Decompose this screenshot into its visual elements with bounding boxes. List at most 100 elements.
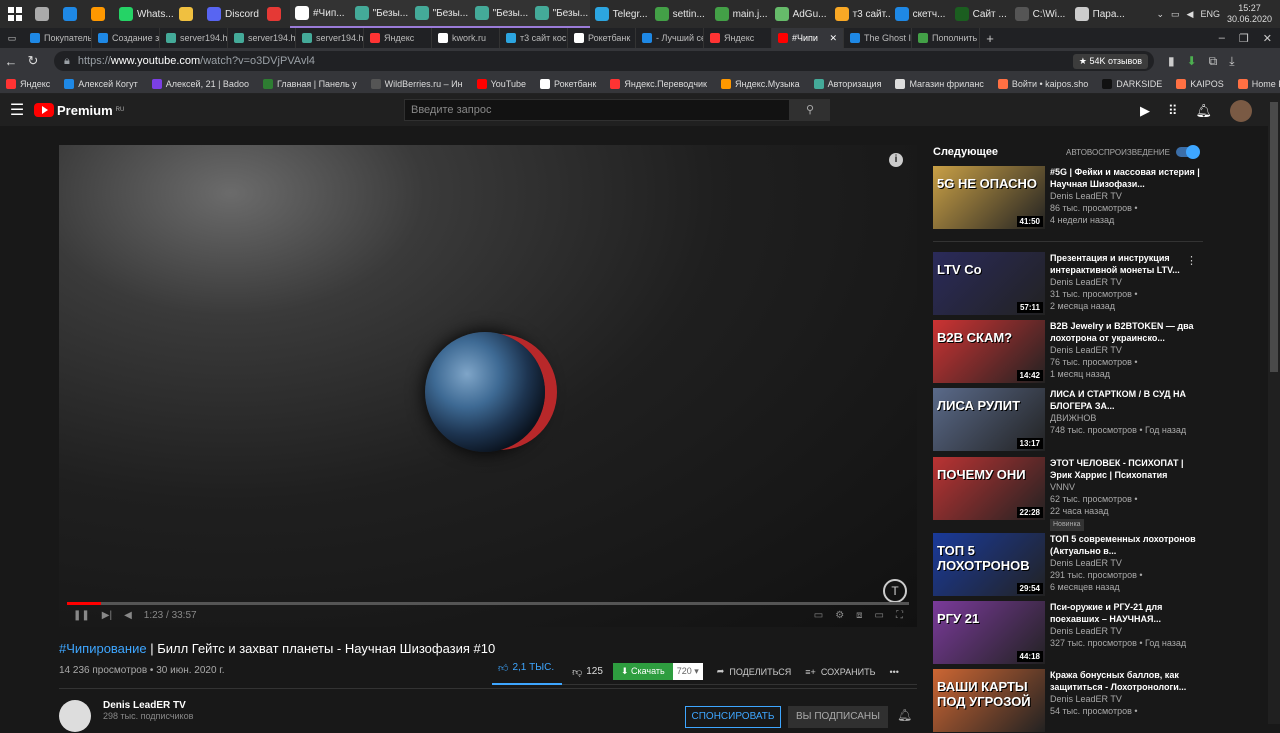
more-actions-icon[interactable]: ••• [890,667,899,677]
browser-tab[interactable]: Яндекс [704,28,772,48]
reload-icon[interactable]: ↻ [22,53,44,69]
recommended-video[interactable]: 5G НЕ ОПАСНО 41:50 #5G | Фейки и массовая … [933,166,1203,230]
hashtag-link[interactable]: #Чипирование [59,641,147,656]
bookmark-item[interactable]: Войти • kaipos.sho [997,78,1088,89]
new-tab-button[interactable]: + [980,31,1000,46]
miniplayer-icon[interactable]: ⧈ [856,610,862,621]
browser-tab[interactable]: Создание за [92,28,160,48]
bookmark-item[interactable]: Магазин фриланс [895,78,984,89]
quality-select[interactable]: 720 ▾ [672,663,703,680]
menu-icon[interactable]: ☰ [0,100,34,120]
video-thumbnail[interactable]: ЛИСА РУЛИТ 13:17 [933,388,1045,451]
channel-avatar[interactable] [59,700,91,732]
channel-watermark[interactable]: T [883,579,907,603]
taskbar-app[interactable]: Сайт ... [950,0,1010,28]
taskbar-app[interactable]: Telegr... [590,0,650,28]
bookmark-item[interactable]: Яндекс.Музыка [721,78,800,89]
volume-icon[interactable]: ◀ [124,610,132,621]
browser-tab[interactable]: The Ghost In [844,28,912,48]
browser-tab[interactable]: Рокетбанк [568,28,636,48]
taskbar-app[interactable]: "Безы... [469,0,530,28]
video-thumbnail[interactable]: ВАШИ КАРТЫ ПОД УГРОЗОЙ [933,669,1045,732]
bookmark-item[interactable]: Яндекс [6,78,50,89]
video-thumbnail[interactable]: ПОЧЕМУ ОНИ 22:28 [933,457,1045,520]
bookmark-item[interactable]: DARKSIDE [1102,78,1162,89]
bookmark-item[interactable]: KAIPOS [1176,78,1224,89]
subtitles-icon[interactable]: ▭ [814,610,823,621]
taskbar-app[interactable]: "Безы... [409,0,470,28]
bookmark-item[interactable]: Home P [1237,78,1280,89]
maximize-icon[interactable]: ❐ [1239,32,1249,45]
video-thumbnail[interactable]: LTV Co 57:11 [933,252,1045,315]
info-icon[interactable]: i [889,153,903,167]
taskbar-app[interactable] [174,0,202,28]
taskbar-app[interactable] [262,0,290,28]
recommended-video[interactable]: B2B СКАМ? 14:42 B2B Jewelry и B2BTOKEN — д… [933,320,1203,384]
theater-icon[interactable]: ▭ [875,610,884,621]
sponsor-button[interactable]: СПОНСИРОВАТЬ [685,706,781,728]
share-button[interactable]: ➦ ПОДЕЛИТЬСЯ [717,666,792,677]
browser-tab[interactable]: kwork.ru [432,28,500,48]
taskbar-app[interactable]: скетч... [890,0,950,28]
browser-tab[interactable]: #Чипи ✕ [772,28,844,48]
autoplay-toggle[interactable] [1176,145,1200,159]
browser-tab[interactable]: - Лучший се [636,28,704,48]
download-button[interactable]: ⬇ Скачать [612,663,673,680]
settings-icon[interactable]: ⚙ [835,610,844,621]
video-thumbnail[interactable]: 5G НЕ ОПАСНО 41:50 [933,166,1045,229]
search-button[interactable]: ⚲ [790,99,830,121]
browser-tab[interactable]: т3 сайт косм [500,28,568,48]
search-input[interactable]: Введите запрос [404,99,790,121]
taskbar-app[interactable]: main.j... [710,0,770,28]
browser-tab[interactable]: server194.hc [160,28,228,48]
youtube-logo[interactable]: Premium RU [34,103,124,118]
taskbar-app[interactable]: AdGu... [770,0,830,28]
subscribed-button[interactable]: ВЫ ПОДПИСАНЫ [788,706,888,728]
taskbar-app[interactable]: т3 сайт... [830,0,890,28]
extensions-icon[interactable]: ⧉ [1209,54,1218,69]
fullscreen-icon[interactable]: ⛶ [896,610,903,621]
browser-tab[interactable]: server194.hc [296,28,364,48]
like-button[interactable]: 👍︎ 2,1 ТЫС. [492,659,563,685]
taskbar-app[interactable]: #Чип... [290,0,350,28]
bookmark-item[interactable]: Яндекс.Переводчик [610,78,707,89]
page-scrollbar[interactable] [1268,94,1280,724]
recommended-video[interactable]: ВАШИ КАРТЫ ПОД УГРОЗОЙ Кража бонусных бал… [933,669,1203,733]
bookmark-item[interactable]: Главная | Панель у [262,78,357,89]
video-player[interactable]: i T ❚❚ ▶| ◀ 1:23 / 33:57 ▭ ⚙ ⧈ ▭ ⛶ [59,145,917,627]
progress-bar[interactable] [67,602,909,605]
download-icon[interactable]: ⬇ [1187,54,1197,69]
save-button[interactable]: ≡+ СОХРАНИТЬ [805,667,875,677]
browser-tab[interactable]: server194.hc [228,28,296,48]
network-icon[interactable]: ▭ [1171,9,1180,20]
browser-tab[interactable]: Покупатель [24,28,92,48]
more-options-icon[interactable]: ⋮ [1186,254,1197,267]
volume-icon[interactable]: ◀ [1187,9,1194,20]
next-icon[interactable]: ▶| [102,610,112,621]
taskbar-app[interactable]: Whats... [114,0,174,28]
clock[interactable]: 15:27 30.06.2020 [1227,3,1272,25]
reviews-badge[interactable]: ★ 54K отзывов [1072,53,1148,69]
taskbar-app[interactable]: "Безы... [529,0,590,28]
bookmark-item[interactable]: YouTube [476,78,526,89]
scrollbar-thumb[interactable] [1270,102,1278,372]
back-icon[interactable]: ← [0,54,22,69]
bookmark-item[interactable]: Авторизация [813,78,881,89]
taskbar-app[interactable]: Discord [202,0,262,28]
url-field[interactable]: 🔒︎ https://www.youtube.com/watch?v=o3DVj… [54,51,1154,71]
bookmark-item[interactable]: Алексей, 21 | Badoo [151,78,249,89]
minimize-icon[interactable]: – [1219,32,1225,45]
bookmark-item[interactable]: WildBerries.ru – Ин [370,78,463,89]
notifications-icon[interactable]: 🔔︎ [1195,103,1212,119]
avatar[interactable] [1230,100,1252,122]
recommended-video[interactable]: LTV Co 57:11 Презентация и инструкция инте… [933,252,1203,316]
bookmark-icon[interactable]: ▮ [1168,54,1175,69]
notification-bell-icon[interactable]: 🔔︎ [897,708,912,722]
start-button[interactable] [0,0,30,28]
lang-indicator[interactable]: ENG [1200,9,1220,19]
downloads-list-icon[interactable]: ⤓ [1229,54,1234,69]
recommended-video[interactable]: ТОП 5 ЛОХОТРОНОВ 29:54 ТОП 5 современных л… [933,533,1203,597]
taskbar-app[interactable]: settin... [650,0,710,28]
recommended-video[interactable]: РГУ 21 44:18 Пси-оружие и РГУ-21 для поеха… [933,601,1203,665]
close-window-icon[interactable]: ✕ [1263,32,1272,45]
